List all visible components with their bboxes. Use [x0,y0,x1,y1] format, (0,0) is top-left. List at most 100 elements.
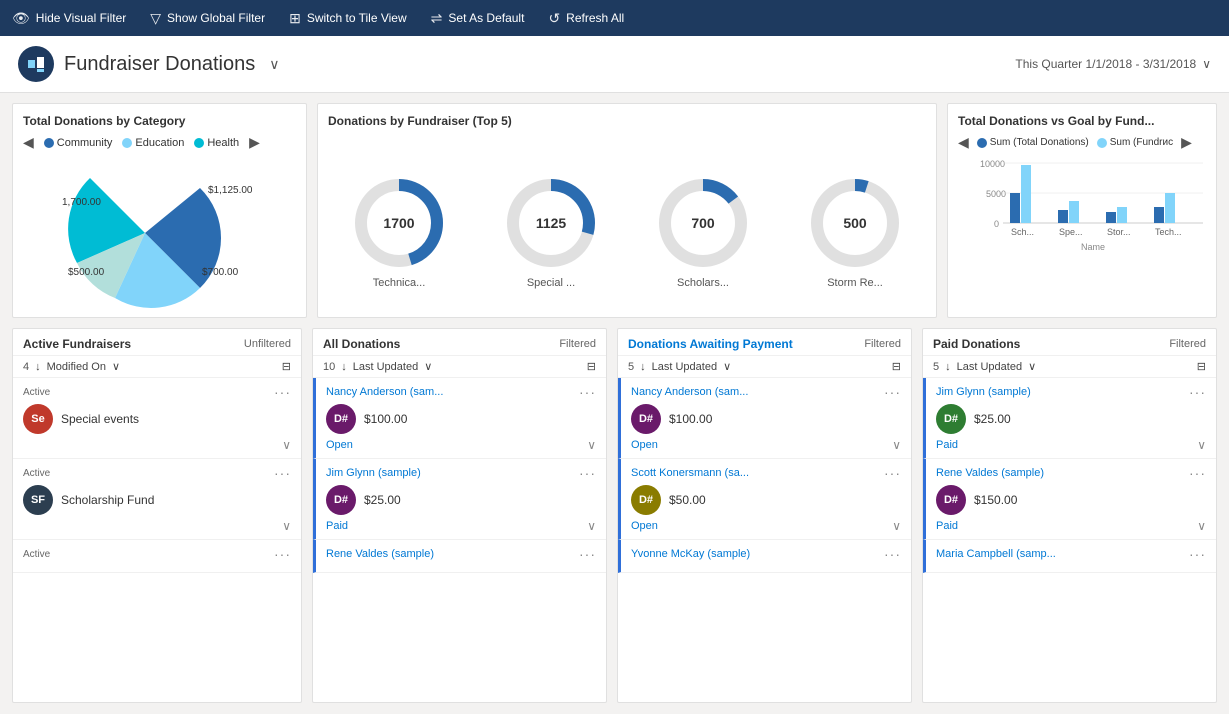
all-donations-badge: Filtered [559,338,596,350]
sort-down-icon-pd[interactable]: ↓ [945,361,951,373]
all-donations-title: All Donations [323,337,400,351]
item-expand-icon[interactable]: ∨ [1197,438,1206,452]
item-expand-icon[interactable]: ∨ [587,438,596,452]
sort-field-af[interactable]: Modified On [47,361,106,373]
sort-down-icon-af[interactable]: ↓ [35,361,41,373]
donor-link[interactable]: Scott Konersmann (sa... [631,467,749,479]
pie-chart-card: Total Donations by Category ◀ Community … [12,103,307,318]
item-menu-dots[interactable]: ··· [884,546,901,562]
pie-legend: ◀ Community Education Health ▶ [23,134,296,151]
donation-item: Yvonne McKay (sample) ··· [618,540,911,573]
hide-visual-filter-btn[interactable]: 👁 Hide Visual Filter [12,10,126,27]
item-expand-icon[interactable]: ∨ [282,438,291,452]
filter-options-af[interactable]: ⊟ [282,360,291,373]
filter-options-dap[interactable]: ⊟ [892,360,901,373]
sort-chevron-dap[interactable]: ∨ [723,360,731,373]
paid-donations-title: Paid Donations [933,337,1020,351]
donor-link[interactable]: Jim Glynn (sample) [326,467,421,479]
item-menu-dots[interactable]: ··· [274,546,291,562]
bar-chart-card: Total Donations vs Goal by Fund... ◀ Sum… [947,103,1217,318]
bar-legend-1: Sum (Total Donations) [977,137,1089,148]
sort-down-icon-dap[interactable]: ↓ [640,361,646,373]
donut-label-0: Technica... [373,277,426,289]
donation-item: Jim Glynn (sample) ··· D# $25.00 Paid ∨ [923,378,1216,459]
bar-chart-title: Total Donations vs Goal by Fund... [958,114,1206,128]
donation-amount: $100.00 [669,412,712,426]
item-expand-icon[interactable]: ∨ [892,438,901,452]
paid-donations-panel: Paid Donations Filtered 5 ↓ Last Updated… [922,328,1217,703]
pie-next-icon[interactable]: ▶ [249,134,260,151]
sort-field-pd[interactable]: Last Updated [957,361,1022,373]
header-right: This Quarter 1/1/2018 - 3/31/2018 ∨ [1015,57,1211,71]
donation-amount: $25.00 [364,493,401,507]
sort-count-dap[interactable]: 5 [628,361,634,373]
donor-link[interactable]: Jim Glynn (sample) [936,386,1031,398]
sort-count-af[interactable]: 4 [23,361,29,373]
pie-chart-area: $1,125.00 $700.00 $500.00 1,700.00 [23,155,296,310]
item-menu-dots[interactable]: ··· [884,465,901,481]
svg-text:$700.00: $700.00 [202,267,239,278]
avatar: D# [936,404,966,434]
item-menu-dots[interactable]: ··· [1189,465,1206,481]
bar-dot-2 [1097,138,1107,148]
paid-donations-sort: 5 ↓ Last Updated ∨ ⊟ [923,356,1216,378]
title-chevron-icon[interactable]: ∨ [269,56,279,73]
all-donations-sort: 10 ↓ Last Updated ∨ ⊟ [313,356,606,378]
health-dot [194,138,204,148]
switch-tile-view-label: Switch to Tile View [307,11,407,25]
sort-count-pd[interactable]: 5 [933,361,939,373]
donor-link[interactable]: Rene Valdes (sample) [936,467,1044,479]
pie-prev-icon[interactable]: ◀ [23,134,34,151]
item-menu-dots[interactable]: ··· [579,384,596,400]
item-menu-dots[interactable]: ··· [1189,384,1206,400]
item-expand-icon[interactable]: ∨ [587,519,596,533]
bar-prev-icon[interactable]: ◀ [958,134,969,151]
item-status: Active [23,549,50,560]
bar-legend-2: Sum (Fundrис [1097,137,1173,148]
item-menu-dots[interactable]: ··· [1189,546,1206,562]
item-expand-icon[interactable]: ∨ [282,519,291,533]
sort-chevron-pd[interactable]: ∨ [1028,360,1036,373]
refresh-icon: ↺ [548,10,560,27]
svg-text:Name: Name [1081,242,1105,252]
item-menu-dots[interactable]: ··· [579,465,596,481]
bar-chart-area: 10000 5000 0 [958,155,1206,305]
donor-link[interactable]: Yvonne McKay (sample) [631,548,750,560]
date-range: This Quarter 1/1/2018 - 3/31/2018 [1015,57,1196,71]
svg-text:Stor...: Stor... [1107,227,1131,237]
donation-status: Paid [936,520,958,532]
legend-education: Education [122,137,184,149]
active-fundraisers-sort: 4 ↓ Modified On ∨ ⊟ [13,356,301,378]
avatar: SF [23,485,53,515]
sort-down-icon-ad[interactable]: ↓ [341,361,347,373]
bar-next-icon[interactable]: ▶ [1181,134,1192,151]
item-menu-dots[interactable]: ··· [579,546,596,562]
filter-options-ad[interactable]: ⊟ [587,360,596,373]
donor-link[interactable]: Nancy Anderson (sam... [631,386,748,398]
donor-link[interactable]: Maria Campbell (samp... [936,548,1056,560]
show-global-filter-btn[interactable]: ▽ Show Global Filter [150,10,265,27]
sort-chevron-ad[interactable]: ∨ [424,360,432,373]
bar-legend: ◀ Sum (Total Donations) Sum (Fundrис ▶ [958,134,1206,151]
sort-field-dap[interactable]: Last Updated [652,361,717,373]
item-expand-icon[interactable]: ∨ [892,519,901,533]
donor-link[interactable]: Rene Valdes (sample) [326,548,434,560]
donor-link[interactable]: Nancy Anderson (sam... [326,386,443,398]
switch-tile-view-btn[interactable]: ⊞ Switch to Tile View [289,10,407,27]
paid-donations-header: Paid Donations Filtered [923,329,1216,356]
header-left: Fundraiser Donations ∨ [18,46,279,82]
sort-chevron-af[interactable]: ∨ [112,360,120,373]
item-menu-dots[interactable]: ··· [274,465,291,481]
refresh-all-btn[interactable]: ↺ Refresh All [548,10,624,27]
community-dot [44,138,54,148]
list-item: Active ··· Se Special events ∨ [13,378,301,459]
set-as-default-btn[interactable]: ⇌ Set As Default [431,10,525,27]
filter-options-pd[interactable]: ⊟ [1197,360,1206,373]
date-chevron-icon[interactable]: ∨ [1202,57,1211,71]
item-menu-dots[interactable]: ··· [274,384,291,400]
avatar: D# [631,485,661,515]
sort-field-ad[interactable]: Last Updated [353,361,418,373]
item-expand-icon[interactable]: ∨ [1197,519,1206,533]
sort-count-ad[interactable]: 10 [323,361,335,373]
item-menu-dots[interactable]: ··· [884,384,901,400]
